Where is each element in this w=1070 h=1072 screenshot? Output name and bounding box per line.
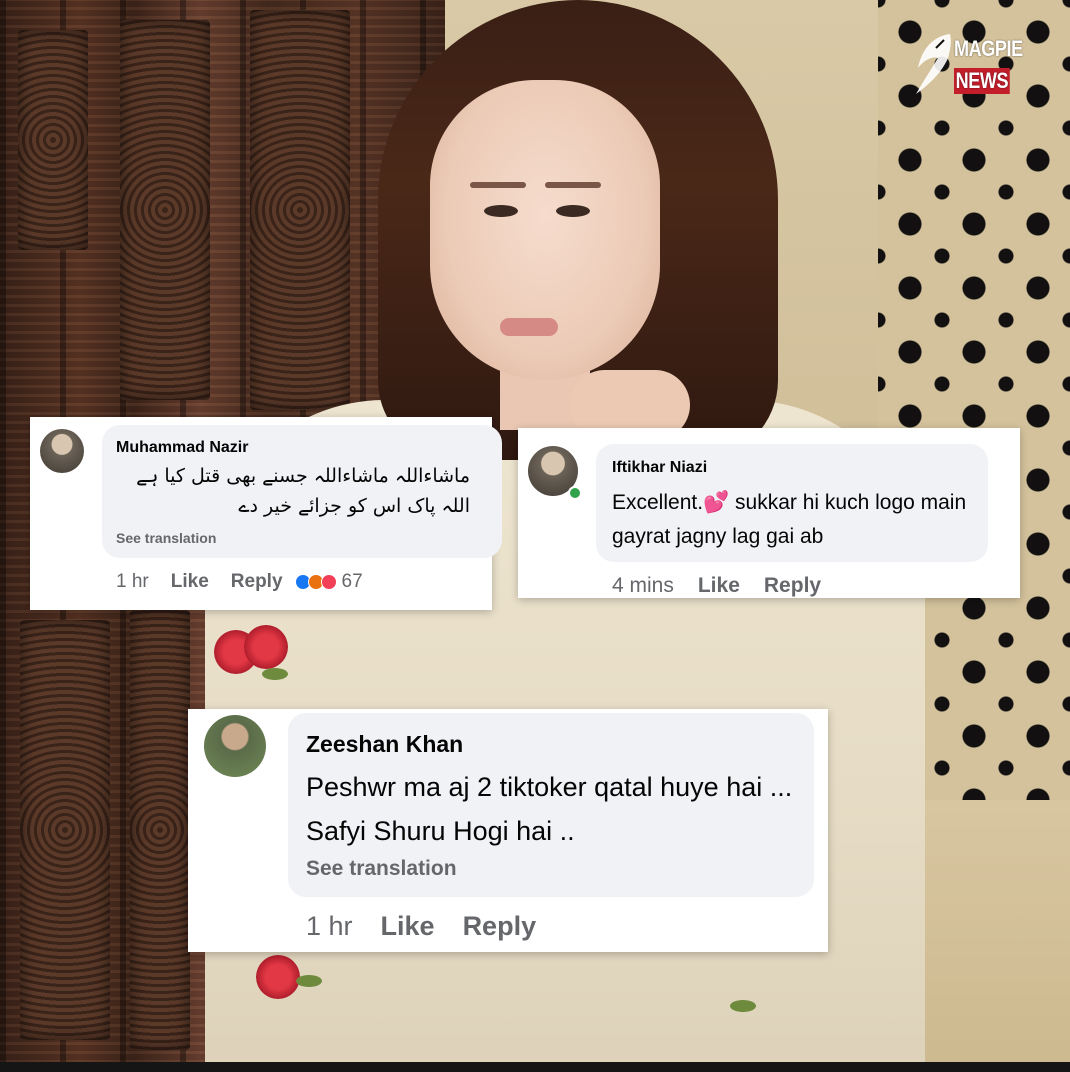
comment-actions: 1 hr Like Reply 67	[116, 571, 363, 593]
avatar[interactable]	[40, 429, 84, 473]
like-button[interactable]: Like	[171, 571, 209, 593]
comment-time[interactable]: 1 hr	[116, 571, 149, 593]
love-reaction-icon	[320, 574, 337, 590]
comment-card: Zeeshan Khan Peshwr ma aj 2 tiktoker qat…	[188, 709, 828, 952]
reply-button[interactable]: Reply	[231, 571, 283, 593]
comment-text-part: Excellent.	[612, 491, 704, 514]
comment-author[interactable]: Muhammad Nazir	[116, 439, 248, 457]
reaction-summary[interactable]: 67	[294, 571, 363, 593]
door-carving-panel	[20, 620, 110, 1040]
leaf-print	[262, 668, 288, 680]
reply-button[interactable]: Reply	[764, 574, 821, 598]
comment-author[interactable]: Iftikhar Niazi	[612, 459, 707, 477]
magpie-bird-icon	[916, 34, 951, 94]
like-button[interactable]: Like	[381, 911, 435, 942]
door-carving-panel	[18, 30, 88, 250]
comment-text-line: اللہ پاک اس کو جزائے خیر دے	[238, 495, 470, 517]
eyebrow	[545, 182, 601, 188]
two-hearts-emoji-icon: 💕	[703, 491, 730, 514]
see-translation-link[interactable]: See translation	[116, 530, 216, 546]
door-carving-panel	[120, 20, 210, 400]
door-carving-panel	[130, 610, 190, 1050]
comment-card: Muhammad Nazir ماشاءاللہ ماشاءاللہ جسنے …	[30, 417, 502, 610]
comment-actions: 1 hr Like Reply	[306, 911, 536, 942]
watermark-line2: NEWS	[954, 68, 1010, 94]
comment-time[interactable]: 1 hr	[306, 911, 353, 942]
comment-actions: 4 mins Like Reply	[612, 574, 821, 598]
eyebrow	[470, 182, 526, 188]
watermark-line1: MAGPIE	[954, 36, 1023, 61]
comment-text-line: ماشاءاللہ ماشاءاللہ جسنے بھی قتل کیا ہے	[136, 465, 470, 487]
lips	[500, 318, 558, 336]
see-translation-link[interactable]: See translation	[306, 857, 457, 881]
eye	[484, 205, 518, 217]
bottom-bar	[0, 1062, 1070, 1072]
magpie-news-watermark: MAGPIE NEWS	[914, 28, 1054, 106]
leaf-print	[730, 1000, 756, 1012]
reaction-count: 67	[341, 571, 363, 592]
avatar[interactable]	[204, 715, 266, 777]
comment-card: Iftikhar Niazi Excellent.💕 sukkar hi kuc…	[518, 428, 1020, 598]
comment-text: Excellent.💕 sukkar hi kuch logo main gay…	[612, 486, 982, 554]
comment-author[interactable]: Zeeshan Khan	[306, 731, 463, 758]
comment-text: ماشاءاللہ ماشاءاللہ جسنے بھی قتل کیا ہے …	[110, 461, 470, 521]
eye	[556, 205, 590, 217]
online-status-dot	[568, 486, 582, 500]
reply-button[interactable]: Reply	[463, 911, 537, 942]
door-carving-panel	[250, 10, 350, 410]
comment-text: Peshwr ma aj 2 tiktoker qatal huye hai .…	[306, 772, 793, 846]
rose-print	[256, 955, 300, 999]
like-button[interactable]: Like	[698, 574, 740, 598]
rose-print	[244, 625, 288, 669]
screenshot-stage: MAGPIE NEWS Muhammad Nazir ماشاءاللہ ماش…	[0, 0, 1070, 1072]
comment-time[interactable]: 4 mins	[612, 574, 674, 598]
leaf-print	[296, 975, 322, 987]
